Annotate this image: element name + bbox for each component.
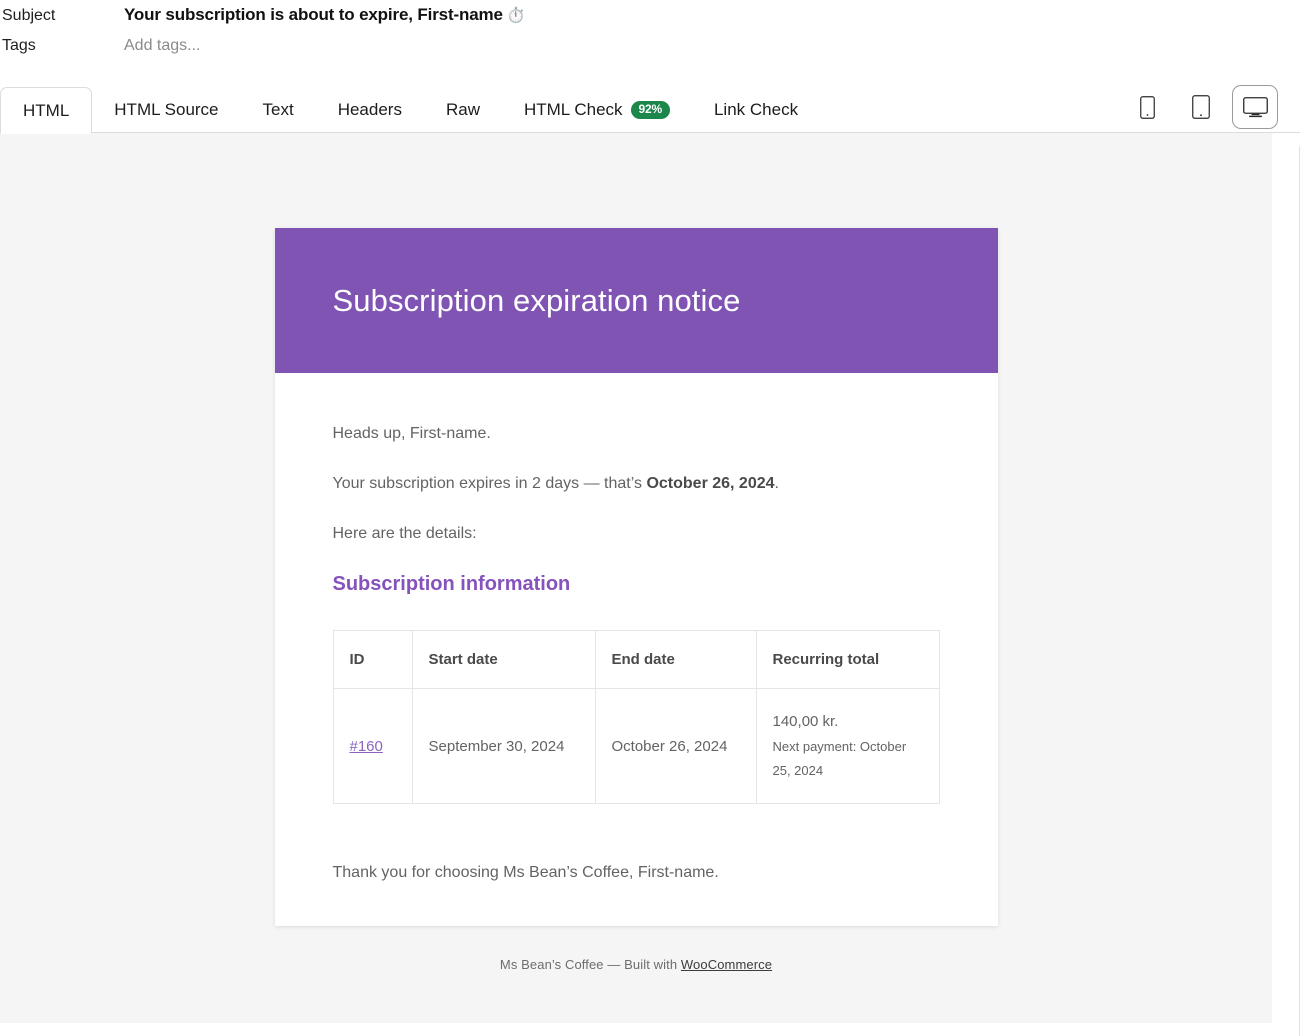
expiry-date: October 26, 2024: [646, 475, 774, 492]
cell-start-date: September 30, 2024: [412, 689, 595, 804]
email-footer-text: Ms Bean’s Coffee — Built with: [500, 957, 681, 972]
cell-recurring-total: 140,00 kr. Next payment: October 25, 202…: [756, 689, 939, 804]
tags-input[interactable]: Add tags...: [124, 35, 201, 57]
subject-value: Your subscription is about to expire, Fi…: [124, 4, 526, 27]
subscription-table-head: ID Start date End date Recurring total: [333, 631, 939, 689]
stopwatch-icon: ⏱️: [507, 7, 526, 24]
subject-label: Subject: [0, 5, 124, 27]
device-preview-toggle: [1124, 85, 1278, 129]
tab-html-source-label: HTML Source: [114, 87, 218, 133]
tab-html-source[interactable]: HTML Source: [92, 87, 240, 133]
email-greeting: Heads up, First-name.: [333, 423, 940, 445]
tab-raw-label: Raw: [446, 87, 480, 133]
column-header-start-date: Start date: [412, 631, 595, 689]
column-header-end-date: End date: [595, 631, 756, 689]
tablet-icon: [1192, 95, 1210, 119]
email-expiry-line: Your subscription expires in 2 days — th…: [333, 473, 940, 495]
table-header-row: ID Start date End date Recurring total: [333, 631, 939, 689]
expiry-suffix: .: [775, 475, 779, 492]
subscription-table-body: #160 September 30, 2024 October 26, 2024…: [333, 689, 939, 804]
tab-html-label: HTML: [23, 88, 69, 134]
column-header-recurring-total: Recurring total: [756, 631, 939, 689]
woocommerce-link[interactable]: WooCommerce: [681, 957, 772, 972]
mobile-preview-button[interactable]: [1124, 85, 1170, 129]
html-check-score-badge: 92%: [631, 101, 670, 119]
email-preview-canvas: Subscription expiration notice Heads up,…: [0, 133, 1272, 1023]
tab-html[interactable]: HTML: [0, 87, 92, 134]
tab-list: HTML HTML Source Text Headers Raw HTML C…: [0, 80, 820, 133]
subject-row: Subject Your subscription is about to ex…: [0, 4, 1300, 35]
column-header-id: ID: [333, 631, 412, 689]
preview-tabbar: HTML HTML Source Text Headers Raw HTML C…: [0, 80, 1300, 133]
next-payment-note: Next payment: October 25, 2024: [773, 735, 923, 783]
expiry-prefix: Your subscription expires in 2 days — th…: [333, 475, 647, 492]
tab-link-check[interactable]: Link Check: [692, 87, 820, 133]
tags-row[interactable]: Tags Add tags...: [0, 35, 1300, 66]
recurring-total-amount: 140,00 kr.: [773, 709, 923, 735]
email-card: Subscription expiration notice Heads up,…: [275, 228, 998, 926]
subject-text: Your subscription is about to expire, Fi…: [124, 5, 503, 24]
subscription-id-link[interactable]: #160: [350, 738, 383, 755]
mobile-icon: [1140, 96, 1155, 119]
cell-end-date: October 26, 2024: [595, 689, 756, 804]
tab-link-check-label: Link Check: [714, 87, 798, 133]
subscription-information-heading: Subscription information: [333, 573, 940, 596]
email-footer: Ms Bean’s Coffee — Built with WooCommerc…: [0, 957, 1272, 972]
tablet-preview-button[interactable]: [1178, 85, 1224, 129]
desktop-icon: [1243, 97, 1268, 118]
tab-html-check-label: HTML Check: [524, 87, 623, 133]
tab-html-check[interactable]: HTML Check 92%: [502, 87, 692, 133]
email-thanks-line: Thank you for choosing Ms Bean’s Coffee,…: [333, 862, 940, 884]
subscription-table: ID Start date End date Recurring total #…: [333, 630, 940, 804]
preview-right-rail: [1272, 146, 1300, 1036]
tab-text-label: Text: [263, 87, 294, 133]
email-header-title: Subscription expiration notice: [333, 283, 741, 319]
cell-id: #160: [333, 689, 412, 804]
email-details-intro: Here are the details:: [333, 523, 940, 545]
tags-label: Tags: [0, 35, 124, 57]
message-meta-header: Subject Your subscription is about to ex…: [0, 0, 1300, 66]
tab-headers-label: Headers: [338, 87, 402, 133]
tab-text[interactable]: Text: [241, 87, 316, 133]
table-row: #160 September 30, 2024 October 26, 2024…: [333, 689, 939, 804]
desktop-preview-button[interactable]: [1232, 85, 1278, 129]
tab-raw[interactable]: Raw: [424, 87, 502, 133]
email-header-banner: Subscription expiration notice: [275, 228, 998, 373]
tab-headers[interactable]: Headers: [316, 87, 424, 133]
email-body: Heads up, First-name. Your subscription …: [275, 373, 998, 926]
